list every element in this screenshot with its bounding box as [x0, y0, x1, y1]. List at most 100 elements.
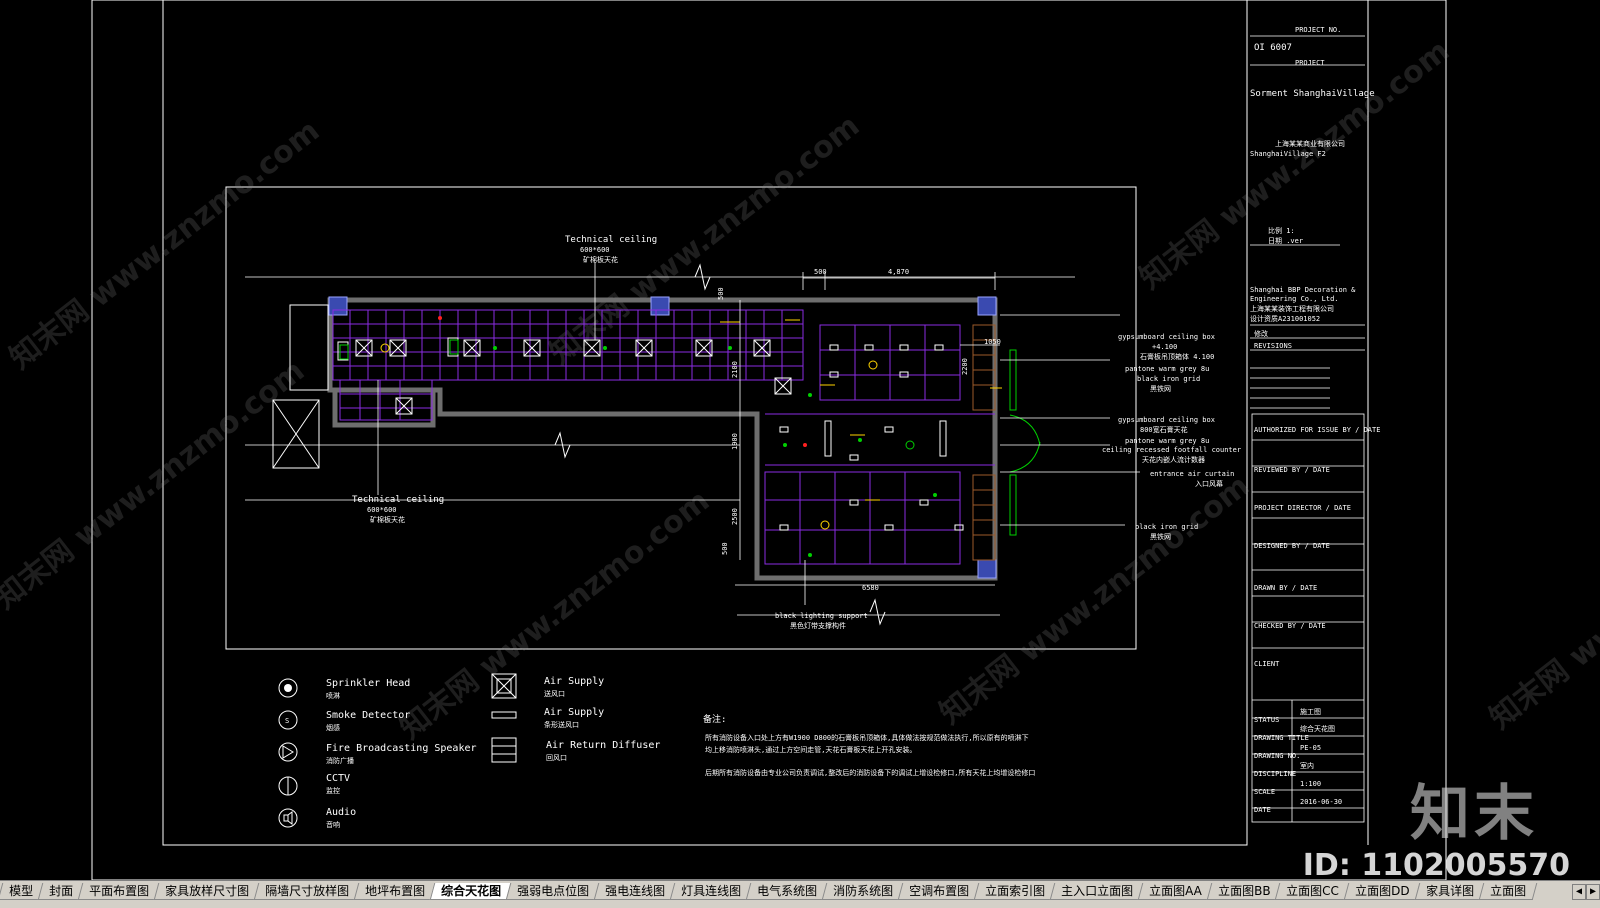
dimension-label: 500 [814, 268, 827, 276]
legend-label-cn: 监控 [326, 786, 340, 795]
layout-tab[interactable]: 空调布置图 [897, 883, 981, 900]
layout-tab[interactable]: 主入口立面图 [1049, 883, 1145, 900]
break-line [869, 598, 886, 626]
dimension-label: 2200 [961, 358, 969, 375]
legend-label: Fire Broadcasting Speaker [326, 743, 477, 754]
legend-label-cn: 送风口 [544, 689, 565, 698]
layout-tab[interactable]: 立面图BB [1206, 883, 1282, 900]
note3-cn: 入口风幕 [1195, 479, 1223, 488]
dimension-label: 500 [717, 287, 725, 300]
layout-tab[interactable]: 立面图 [1478, 883, 1538, 900]
site-watermark: 知末网 www.znzmo.com [933, 468, 1256, 731]
company-name: Engineering Co., Ltd. [1250, 295, 1339, 303]
air-supply-square-icon [491, 673, 517, 699]
black-lighting-cn: 黑色灯带支撑构件 [790, 621, 846, 630]
layout-tab[interactable]: 立面索引图 [973, 883, 1057, 900]
layout-tab[interactable]: 家具放样尺寸图 [153, 883, 261, 900]
air-supply-linear-icon [491, 711, 517, 719]
layout-tab[interactable]: 家具详图 [1414, 883, 1486, 900]
legend-label-cn: 烟感 [326, 723, 340, 732]
note1-height: +4.100 [1152, 343, 1177, 351]
note1-grid: black iron grid [1137, 375, 1200, 383]
cctv-icon [278, 776, 298, 796]
project-name: Sorment ShanghaiVillage [1250, 89, 1375, 99]
layout-tab[interactable]: 立面图CC [1275, 883, 1351, 900]
revisions-cn: 修改 [1254, 329, 1268, 338]
note1-paint: pantone warm grey 8u [1125, 365, 1209, 373]
layout-tab-label: 电气系统图 [757, 884, 818, 898]
note2-counter-cn: 天花内嵌人流计数器 [1142, 455, 1205, 464]
layout-tab[interactable]: 立面图DD [1343, 883, 1421, 900]
note1-cn: 石膏板吊顶箱体 4.100 [1140, 352, 1214, 361]
layout-tab-bar: 模型 封面 平面布置图 家具放样尺寸图 隔墙尺寸放样图 地坪布置图 综合天花图 强弱电点位图 强… [0, 880, 1600, 908]
scale-label: 比例 1: [1268, 226, 1295, 235]
discipline-value: 室内 [1300, 761, 1314, 770]
legend-label-cn: 回风口 [546, 754, 567, 762]
audio-icon [278, 808, 298, 828]
company-name-cn: 上海某某装饰工程有限公司 [1250, 304, 1334, 313]
dimension-label: 2500 [731, 508, 739, 525]
layout-tab[interactable]: 综合天花图 [429, 883, 513, 900]
fire-speaker-icon [278, 742, 298, 762]
dimension-label: 500 [721, 542, 729, 555]
legend-label: Sprinkler Head [326, 678, 410, 689]
dimension-label: 1900 [731, 433, 739, 450]
tab-scroll-right-button[interactable]: ▶ [1586, 884, 1600, 900]
layout-tab-label: 空调布置图 [909, 884, 970, 898]
id-watermark: ID: 1102005570 [1302, 848, 1570, 883]
brand-logo-watermark: 知末 [1410, 779, 1538, 849]
tech-ceiling-top-label: Technical ceiling [565, 235, 657, 245]
note4-title: black iron grid [1135, 523, 1198, 531]
dimension-label: 1050 [984, 338, 1001, 346]
sprinkler-head-icon [278, 678, 298, 698]
svg-text:S: S [285, 717, 289, 725]
legend-label: CCTV [326, 773, 350, 784]
client-small: 上海某某商业有限公司 [1275, 139, 1345, 148]
legend-label-cn: 条形送风口 [544, 720, 579, 729]
tech-ceiling-bottom-cn: 矿棉板天花 [370, 515, 405, 524]
dimension-label: 4,870 [888, 268, 909, 276]
layout-tab[interactable]: 灯具连线图 [669, 883, 753, 900]
layout-tab[interactable]: 电气系统图 [745, 883, 829, 900]
company-name: Shanghai BBP Decoration & [1250, 286, 1356, 294]
layout-tab-label: 封面 [49, 884, 74, 898]
layout-tab-label: 隔墙尺寸放样图 [265, 884, 350, 898]
note2-counter: ceiling recessed footfall counter [1102, 446, 1241, 454]
black-iron-grid [972, 324, 996, 561]
layout-tab[interactable]: 强电连线图 [593, 883, 677, 900]
cad-drawing-canvas[interactable]: 知末网 www.znzmo.com 知末网 www.znzmo.com 知末网 … [0, 0, 1600, 880]
note2-title: gypsumboard ceiling box [1118, 416, 1215, 424]
layout-tab-label: 综合天花图 [441, 884, 502, 898]
revisions-label: REVISIONS [1254, 342, 1292, 350]
tab-scroll-left-button[interactable]: ◀ [1572, 884, 1586, 900]
layout-tab-label: 消防系统图 [833, 884, 894, 898]
site-watermark: 知末网 www.znzmo.com [1133, 33, 1456, 296]
site-watermark: 知末网 www.znzmo.com [1483, 473, 1600, 736]
dimension-label: 2100 [731, 361, 739, 378]
layout-tab[interactable]: 消防系统图 [821, 883, 905, 900]
black-lighting-label: black lighting support [775, 612, 868, 620]
layout-tab[interactable]: 地坪布置图 [353, 883, 437, 900]
scale-value: 1:100 [1300, 780, 1321, 788]
air-return-diffuser-icon [491, 737, 517, 763]
tech-ceiling-top-cn: 矿棉板天花 [583, 255, 618, 264]
layout-tab[interactable]: 立面图AA [1137, 883, 1214, 900]
project-no-label: PROJECT NO. [1295, 26, 1341, 34]
note2-paint: pantone warm grey 8u [1125, 437, 1209, 445]
entrance-door [1009, 349, 1041, 536]
legend-label: Audio [326, 807, 356, 818]
smoke-detector-icon: S [278, 710, 298, 730]
note3-title: entrance air curtain [1150, 470, 1234, 478]
layout-tab[interactable]: 隔墙尺寸放样图 [253, 883, 361, 900]
tech-ceiling-bottom-size: 600*600 [367, 506, 397, 514]
layout-tab-label: 家具放样尺寸图 [165, 884, 250, 898]
legend-label: Smoke Detector [326, 710, 410, 721]
site-watermark: 知末网 www.znzmo.com [3, 113, 326, 376]
layout-tab[interactable]: 强弱电点位图 [505, 883, 601, 900]
site-watermark-group: 知末网 www.znzmo.com 知末网 www.znzmo.com 知末网 … [0, 33, 1600, 746]
drawing-no-label: DRAWING NO. [1254, 752, 1300, 760]
tech-ceiling-top-size: 600*600 [580, 246, 610, 254]
layout-tab-label: 地坪布置图 [365, 884, 426, 898]
layout-tab[interactable]: 平面布置图 [77, 883, 161, 900]
note1-title: gypsumboard ceiling box [1118, 333, 1215, 341]
